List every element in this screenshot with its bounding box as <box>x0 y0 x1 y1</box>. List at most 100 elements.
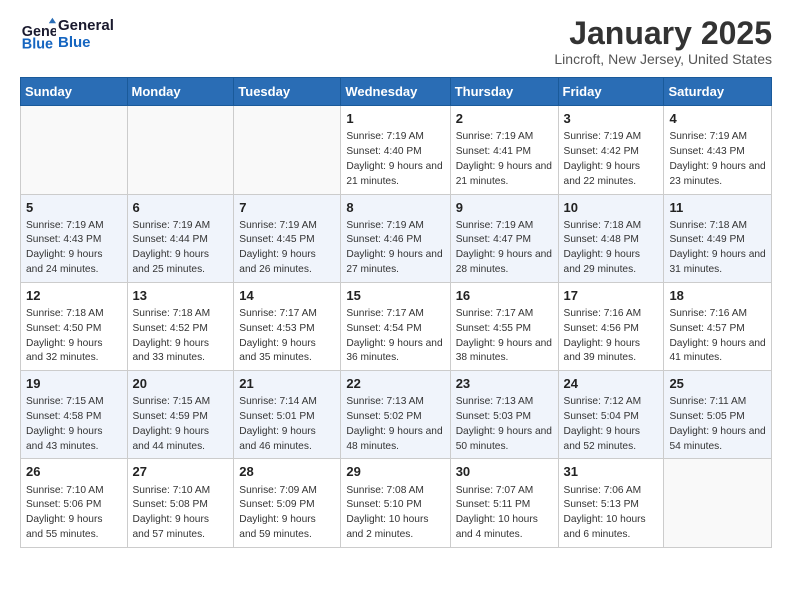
day-info: Sunrise: 7:11 AMSunset: 5:05 PMDaylight:… <box>669 395 766 454</box>
day-number: 11 <box>669 199 766 217</box>
title-block: January 2025 Lincroft, New Jersey, Unite… <box>554 16 772 67</box>
day-info: Sunrise: 7:15 AMSunset: 4:59 PMDaylight:… <box>133 395 229 454</box>
day-info: Sunrise: 7:15 AMSunset: 4:58 PMDaylight:… <box>26 395 122 454</box>
header-monday: Monday <box>127 78 234 106</box>
day-number: 7 <box>239 199 335 217</box>
day-number: 25 <box>669 375 766 393</box>
logo-general: General <box>58 17 114 34</box>
calendar-week-row-3: 12 Sunrise: 7:18 AMSunset: 4:50 PMDayligh… <box>21 282 772 370</box>
day-number: 28 <box>239 463 335 481</box>
header: General Blue General Blue January 2025 L… <box>20 16 772 67</box>
day-info: Sunrise: 7:16 AMSunset: 4:56 PMDaylight:… <box>564 307 659 366</box>
day-info: Sunrise: 7:19 AMSunset: 4:42 PMDaylight:… <box>564 130 659 189</box>
calendar-day-cell: 3 Sunrise: 7:19 AMSunset: 4:42 PMDaylight… <box>558 106 664 194</box>
calendar-day-cell: 16 Sunrise: 7:17 AMSunset: 4:55 PMDayligh… <box>450 282 558 370</box>
day-number: 23 <box>456 375 553 393</box>
day-info: Sunrise: 7:18 AMSunset: 4:52 PMDaylight:… <box>133 307 229 366</box>
header-saturday: Saturday <box>664 78 772 106</box>
calendar-day-cell: 6 Sunrise: 7:19 AMSunset: 4:44 PMDaylight… <box>127 194 234 282</box>
svg-text:Blue: Blue <box>22 36 53 52</box>
page: General Blue General Blue January 2025 L… <box>0 0 792 612</box>
day-number: 21 <box>239 375 335 393</box>
calendar-day-cell: 22Sunrise: 7:13 AMSunset: 5:02 PMDayligh… <box>341 371 450 459</box>
calendar-day-cell: 25 Sunrise: 7:11 AMSunset: 5:05 PMDayligh… <box>664 371 772 459</box>
calendar-day-cell: 10 Sunrise: 7:18 AMSunset: 4:48 PMDayligh… <box>558 194 664 282</box>
calendar-day-cell: 29Sunrise: 7:08 AMSunset: 5:10 PMDayligh… <box>341 459 450 547</box>
day-number: 4 <box>669 110 766 128</box>
calendar-day-cell <box>127 106 234 194</box>
logo: General Blue General Blue <box>20 16 114 52</box>
calendar-week-row-5: 26 Sunrise: 7:10 AMSunset: 5:06 PMDayligh… <box>21 459 772 547</box>
logo-icon: General Blue <box>20 16 56 52</box>
day-number: 14 <box>239 287 335 305</box>
day-info: Sunrise: 7:19 AMSunset: 4:44 PMDaylight:… <box>133 219 229 278</box>
day-info: Sunrise: 7:10 AMSunset: 5:08 PMDaylight:… <box>133 484 229 543</box>
day-info: Sunrise: 7:19 AMSunset: 4:43 PMDaylight:… <box>669 130 766 189</box>
calendar-day-cell: 27 Sunrise: 7:10 AMSunset: 5:08 PMDayligh… <box>127 459 234 547</box>
calendar-day-cell: 19 Sunrise: 7:15 AMSunset: 4:58 PMDayligh… <box>21 371 128 459</box>
day-number: 13 <box>133 287 229 305</box>
day-info: Sunrise: 7:18 AMSunset: 4:50 PMDaylight:… <box>26 307 122 366</box>
day-number: 5 <box>26 199 122 217</box>
calendar-day-cell: 31Sunrise: 7:06 AMSunset: 5:13 PMDayligh… <box>558 459 664 547</box>
calendar-day-cell: 1 Sunrise: 7:19 AMSunset: 4:40 PMDaylight… <box>341 106 450 194</box>
day-info: Sunrise: 7:16 AMSunset: 4:57 PMDaylight:… <box>669 307 766 366</box>
day-number: 22 <box>346 375 444 393</box>
day-info: Sunrise: 7:18 AMSunset: 4:49 PMDaylight:… <box>669 219 766 278</box>
day-info: Sunrise: 7:09 AMSunset: 5:09 PMDaylight:… <box>239 484 335 543</box>
day-number: 31 <box>564 463 659 481</box>
day-number: 18 <box>669 287 766 305</box>
header-wednesday: Wednesday <box>341 78 450 106</box>
calendar-day-cell <box>664 459 772 547</box>
calendar-week-row-2: 5Sunrise: 7:19 AMSunset: 4:43 PMDaylight… <box>21 194 772 282</box>
day-number: 17 <box>564 287 659 305</box>
calendar-day-cell <box>21 106 128 194</box>
calendar-day-cell: 24Sunrise: 7:12 AMSunset: 5:04 PMDayligh… <box>558 371 664 459</box>
day-number: 16 <box>456 287 553 305</box>
day-number: 27 <box>133 463 229 481</box>
day-number: 1 <box>346 110 444 128</box>
day-info: Sunrise: 7:19 AMSunset: 4:41 PMDaylight:… <box>456 130 553 189</box>
calendar-day-cell: 23 Sunrise: 7:13 AMSunset: 5:03 PMDayligh… <box>450 371 558 459</box>
day-info: Sunrise: 7:17 AMSunset: 4:54 PMDaylight:… <box>346 307 444 366</box>
calendar-day-cell: 30 Sunrise: 7:07 AMSunset: 5:11 PMDayligh… <box>450 459 558 547</box>
day-info: Sunrise: 7:19 AMSunset: 4:47 PMDaylight:… <box>456 219 553 278</box>
calendar-day-cell: 5Sunrise: 7:19 AMSunset: 4:43 PMDaylight… <box>21 194 128 282</box>
day-info: Sunrise: 7:10 AMSunset: 5:06 PMDaylight:… <box>26 484 122 543</box>
day-number: 20 <box>133 375 229 393</box>
day-info: Sunrise: 7:17 AMSunset: 4:53 PMDaylight:… <box>239 307 335 366</box>
day-info: Sunrise: 7:07 AMSunset: 5:11 PMDaylight:… <box>456 484 553 543</box>
day-number: 9 <box>456 199 553 217</box>
calendar-subtitle: Lincroft, New Jersey, United States <box>554 51 772 67</box>
day-info: Sunrise: 7:19 AMSunset: 4:46 PMDaylight:… <box>346 219 444 278</box>
calendar-day-cell: 7 Sunrise: 7:19 AMSunset: 4:45 PMDaylight… <box>234 194 341 282</box>
header-sunday: Sunday <box>21 78 128 106</box>
day-number: 3 <box>564 110 659 128</box>
calendar-day-cell: 17 Sunrise: 7:16 AMSunset: 4:56 PMDayligh… <box>558 282 664 370</box>
day-number: 24 <box>564 375 659 393</box>
calendar-week-row-4: 19 Sunrise: 7:15 AMSunset: 4:58 PMDayligh… <box>21 371 772 459</box>
calendar-day-cell: 4 Sunrise: 7:19 AMSunset: 4:43 PMDaylight… <box>664 106 772 194</box>
day-number: 19 <box>26 375 122 393</box>
day-info: Sunrise: 7:19 AMSunset: 4:40 PMDaylight:… <box>346 130 444 189</box>
day-info: Sunrise: 7:13 AMSunset: 5:03 PMDaylight:… <box>456 395 553 454</box>
calendar-title: January 2025 <box>554 16 772 51</box>
calendar-day-cell: 20 Sunrise: 7:15 AMSunset: 4:59 PMDayligh… <box>127 371 234 459</box>
day-number: 12 <box>26 287 122 305</box>
header-tuesday: Tuesday <box>234 78 341 106</box>
calendar-day-cell: 8Sunrise: 7:19 AMSunset: 4:46 PMDaylight… <box>341 194 450 282</box>
day-info: Sunrise: 7:17 AMSunset: 4:55 PMDaylight:… <box>456 307 553 366</box>
calendar-day-cell: 21 Sunrise: 7:14 AMSunset: 5:01 PMDayligh… <box>234 371 341 459</box>
day-number: 10 <box>564 199 659 217</box>
day-info: Sunrise: 7:19 AMSunset: 4:45 PMDaylight:… <box>239 219 335 278</box>
day-number: 2 <box>456 110 553 128</box>
calendar-day-cell: 11 Sunrise: 7:18 AMSunset: 4:49 PMDayligh… <box>664 194 772 282</box>
calendar-day-cell: 13 Sunrise: 7:18 AMSunset: 4:52 PMDayligh… <box>127 282 234 370</box>
calendar-week-row-1: 1 Sunrise: 7:19 AMSunset: 4:40 PMDaylight… <box>21 106 772 194</box>
day-info: Sunrise: 7:18 AMSunset: 4:48 PMDaylight:… <box>564 219 659 278</box>
day-number: 26 <box>26 463 122 481</box>
day-info: Sunrise: 7:14 AMSunset: 5:01 PMDaylight:… <box>239 395 335 454</box>
day-number: 30 <box>456 463 553 481</box>
day-number: 6 <box>133 199 229 217</box>
calendar-day-cell: 26 Sunrise: 7:10 AMSunset: 5:06 PMDayligh… <box>21 459 128 547</box>
